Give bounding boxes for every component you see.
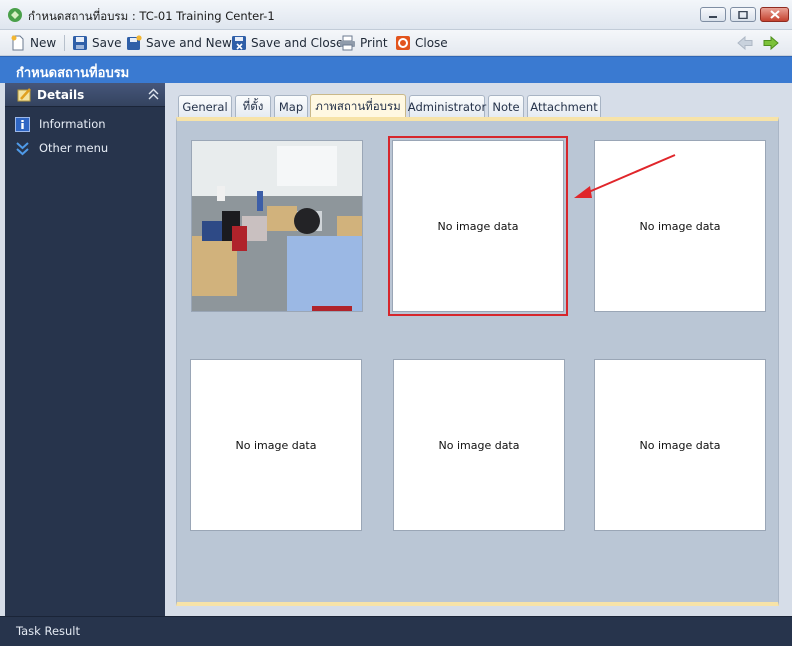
details-notepad-icon <box>17 88 31 102</box>
toolbar-separator <box>64 35 65 51</box>
save-new-icon <box>127 35 142 50</box>
image-slot-6[interactable]: No image data <box>594 359 766 531</box>
maximize-button[interactable] <box>730 7 756 22</box>
close-button[interactable]: Close <box>395 33 448 53</box>
back-arrow-icon[interactable] <box>736 34 754 52</box>
form-header: กำหนดสถานที่อบรม <box>0 56 792 83</box>
print-label: Print <box>360 36 388 50</box>
task-result-label[interactable]: Task Result <box>16 624 80 638</box>
save-and-close-label: Save and Close <box>251 36 344 50</box>
image-slot-1[interactable] <box>191 140 363 312</box>
close-office-icon <box>396 36 410 50</box>
minimize-button[interactable] <box>700 7 726 22</box>
tab-administrator[interactable]: Administrator <box>408 95 486 117</box>
info-icon <box>15 116 30 132</box>
training-room-photo <box>192 141 362 311</box>
image-slot-2-caption: No image data <box>437 219 519 233</box>
window-title: กำหนดสถานที่อบรม : TC-01 Training Center… <box>28 9 275 23</box>
app-recycle-icon <box>8 8 22 22</box>
new-button[interactable]: New <box>10 33 56 53</box>
title-bar: กำหนดสถานที่อบรม : TC-01 Training Center… <box>0 0 792 30</box>
print-button[interactable]: Print <box>339 33 388 53</box>
details-title: Details <box>37 88 85 102</box>
sidebar: Details Information Other menu <box>5 83 165 616</box>
image-slot-3-caption: No image data <box>639 219 721 233</box>
sidebar-item-other-menu-label: Other menu <box>39 141 109 155</box>
image-slot-5[interactable]: No image data <box>393 359 565 531</box>
save-and-close-button[interactable]: Save and Close <box>231 33 343 53</box>
tab-note[interactable]: Note <box>488 95 524 117</box>
tab-training-photos[interactable]: ภาพสถานที่อบรม <box>310 94 406 118</box>
form-title: กำหนดสถานที่อบรม <box>16 66 130 81</box>
double-chevron-down-icon <box>16 141 29 155</box>
photos-panel: No image data No image data No image dat… <box>176 117 779 606</box>
annotation-arrow <box>574 154 676 198</box>
tab-attachment[interactable]: Attachment <box>527 95 601 117</box>
tab-location[interactable]: ที่ตั้ง <box>235 95 271 117</box>
new-document-icon <box>11 35 24 51</box>
image-slot-5-caption: No image data <box>438 438 520 452</box>
forward-arrow-icon[interactable] <box>762 34 780 52</box>
collapse-chevrons-icon[interactable] <box>148 88 159 100</box>
floppy-disk-icon <box>73 36 87 50</box>
sidebar-item-information[interactable]: Information <box>15 115 106 133</box>
image-slot-2[interactable]: No image data <box>388 136 568 316</box>
sidebar-item-other-menu[interactable]: Other menu <box>15 139 108 157</box>
save-and-new-label: Save and New <box>146 36 232 50</box>
sidebar-item-information-label: Information <box>39 117 106 131</box>
save-and-new-button[interactable]: Save and New <box>126 33 232 53</box>
tab-general[interactable]: General <box>178 95 232 117</box>
close-window-button[interactable] <box>760 7 789 22</box>
details-panel-header[interactable]: Details <box>5 83 165 107</box>
save-label: Save <box>92 36 122 50</box>
printer-icon <box>340 35 355 51</box>
image-slot-4[interactable]: No image data <box>190 359 362 531</box>
image-slot-6-caption: No image data <box>639 438 721 452</box>
new-label: New <box>30 36 57 50</box>
content-area: General ที่ตั้ง Map ภาพสถานที่อบรม Admin… <box>165 83 790 616</box>
image-slot-4-caption: No image data <box>235 438 317 452</box>
toolbar: New Save Save and New Save and Close Pri… <box>0 30 792 56</box>
status-bar: Task Result <box>0 616 792 646</box>
close-label: Close <box>415 36 448 50</box>
save-close-icon <box>232 36 246 50</box>
tab-map[interactable]: Map <box>274 95 308 117</box>
save-button[interactable]: Save <box>72 33 121 53</box>
